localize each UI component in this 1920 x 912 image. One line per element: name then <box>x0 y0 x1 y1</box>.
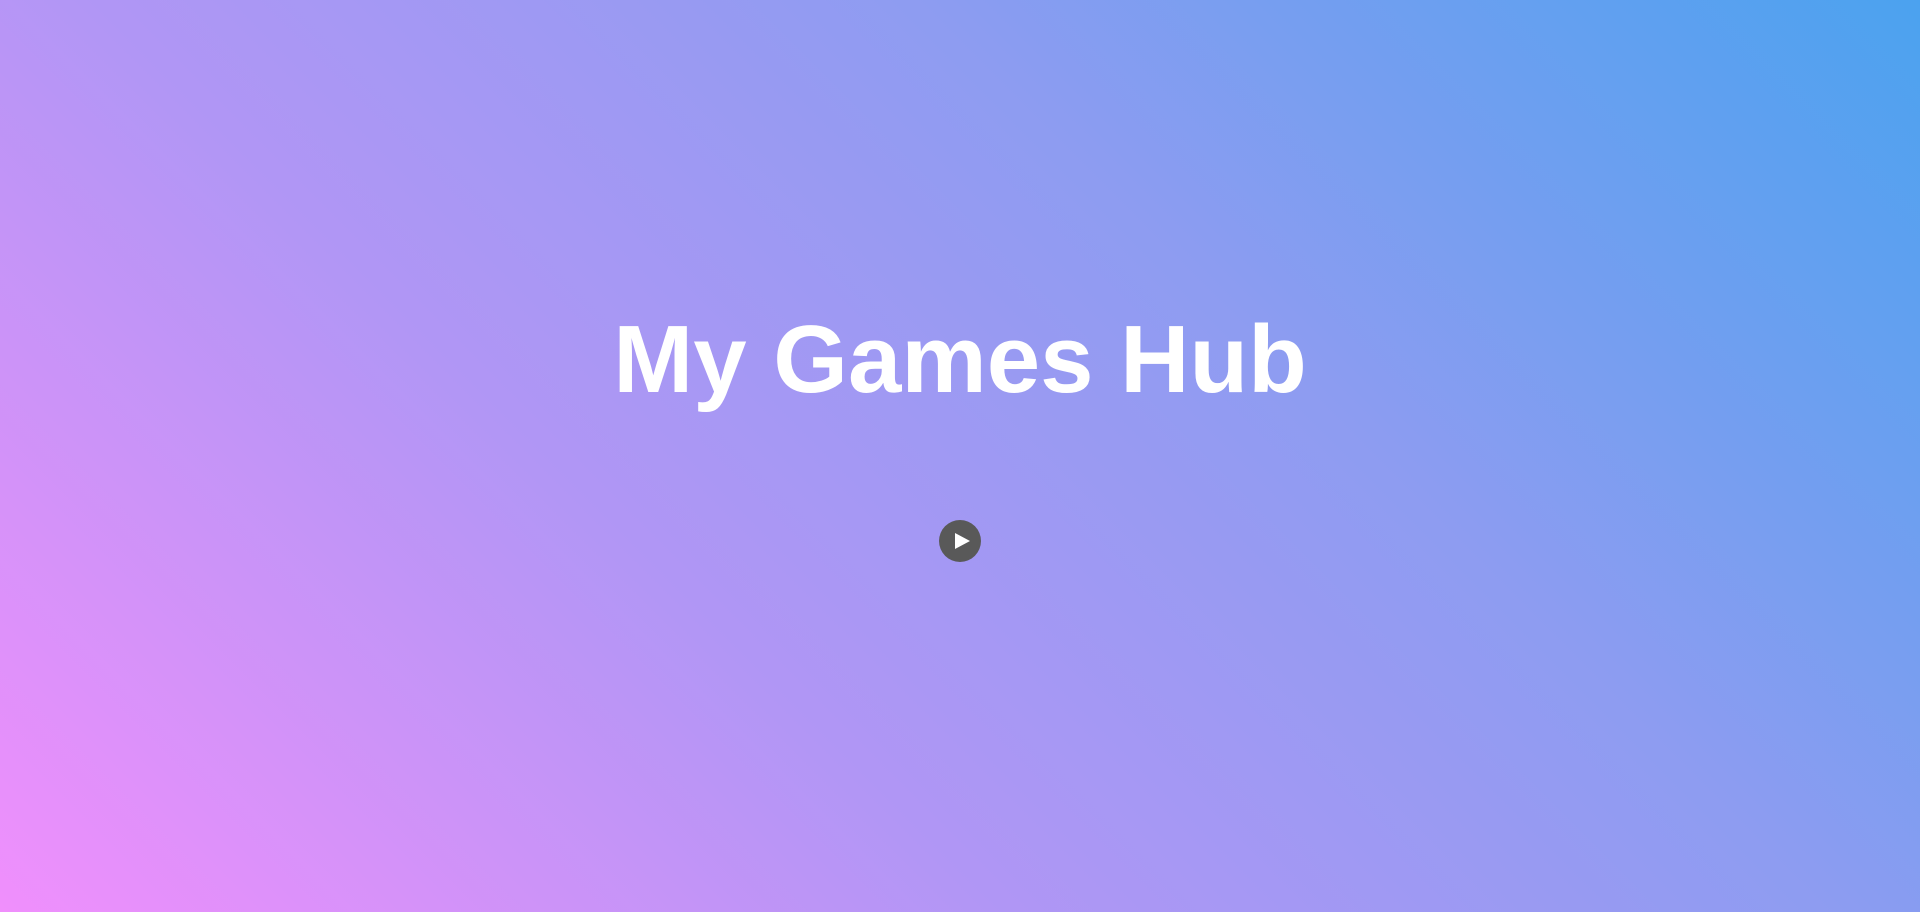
hero-section: My Games Hub <box>0 0 1920 912</box>
play-icon <box>954 533 970 549</box>
page-title: My Games Hub <box>613 306 1307 413</box>
play-button[interactable] <box>939 520 981 562</box>
